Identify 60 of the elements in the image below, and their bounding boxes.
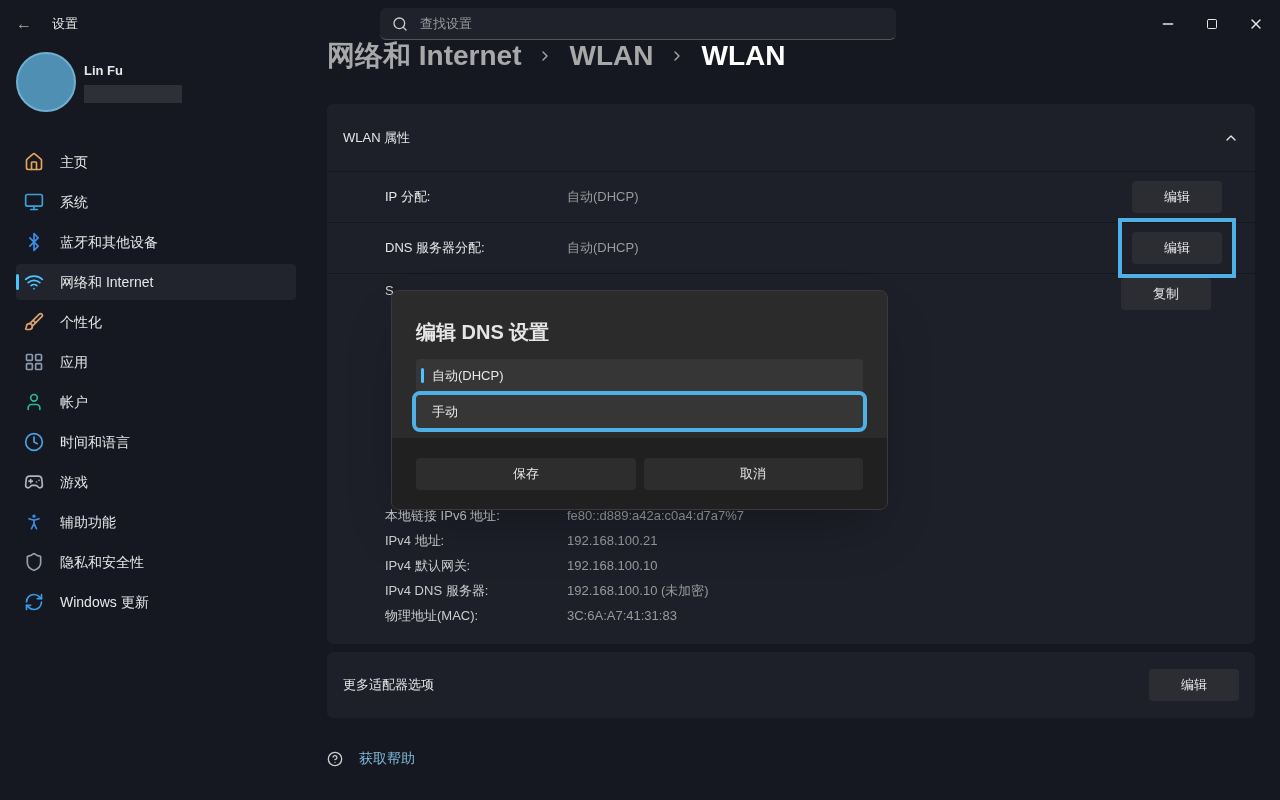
property-label: IP 分配: <box>385 188 432 207</box>
window-title: 设置 <box>52 15 78 34</box>
maximize-icon[interactable] <box>1206 18 1218 30</box>
selection-indicator <box>16 274 19 290</box>
dialog-title: 编辑 DNS 设置 <box>416 321 550 343</box>
section-title: WLAN 属性 <box>343 128 411 147</box>
property-value: 自动(DHCP) <box>567 188 639 207</box>
home-icon <box>24 152 44 172</box>
sidebar-item[interactable]: 主页 <box>16 144 296 180</box>
avatar <box>16 52 76 112</box>
network-icon <box>24 272 44 292</box>
sidebar-item[interactable]: 辅助功能 <box>16 504 296 540</box>
property-value: 3C:6A:A7:41:31:83 <box>567 606 677 625</box>
property-label: 物理地址(MAC): <box>385 606 480 625</box>
property-label: IPv4 地址: <box>385 531 446 550</box>
apps-icon <box>24 352 44 372</box>
search-field[interactable]: 查找设置 <box>380 8 896 40</box>
sidebar-item[interactable]: 隐私和安全性 <box>16 544 296 580</box>
selection-indicator <box>421 368 424 383</box>
more-options-label: 更多适配器选项 <box>343 676 434 695</box>
sidebar-item[interactable]: 应用 <box>16 344 296 380</box>
property-label: IPv4 DNS 服务器: <box>385 581 490 600</box>
system-icon <box>24 192 44 212</box>
shield-icon <box>24 552 44 572</box>
brush-icon <box>24 312 44 332</box>
copy-button[interactable]: 复制 <box>1121 278 1211 310</box>
user-name: Lin Fu <box>84 62 124 81</box>
sidebar-item[interactable]: 时间和语言 <box>16 424 296 460</box>
property-value: 192.168.100.10 (未加密) <box>567 581 709 600</box>
account-icon <box>24 392 44 412</box>
sidebar-item[interactable]: Windows 更新 <box>16 584 296 620</box>
sidebar-item[interactable]: 网络和 Internet <box>16 264 296 300</box>
game-icon <box>24 472 44 492</box>
back-button[interactable]: ← <box>16 16 32 32</box>
search-icon <box>392 15 408 32</box>
edit-button[interactable]: 编辑 <box>1132 232 1222 264</box>
property-label: 本地链接 IPv6 地址: <box>385 506 501 525</box>
cancel-button[interactable]: 取消 <box>643 457 863 490</box>
update-icon <box>24 592 44 612</box>
search-input[interactable]: 查找设置 <box>420 13 884 34</box>
sidebar-item[interactable]: 系统 <box>16 184 296 220</box>
sidebar-item[interactable]: 帐户 <box>16 384 296 420</box>
time-icon <box>24 432 44 452</box>
property-label: DNS 服务器分配: <box>385 239 486 258</box>
edit-button[interactable]: 编辑 <box>1132 181 1222 213</box>
sidebar-item[interactable]: 游戏 <box>16 464 296 500</box>
property-value: 192.168.100.21 <box>567 531 658 550</box>
help-icon <box>327 750 343 767</box>
sidebar-item[interactable]: 蓝牙和其他设备 <box>16 224 296 260</box>
edit-button[interactable]: 编辑 <box>1149 669 1239 701</box>
property-value: 192.168.100.10 <box>567 556 658 575</box>
property-value: 自动(DHCP) <box>567 239 639 258</box>
dns-option[interactable]: 自动(DHCP) <box>416 359 863 392</box>
property-value: fe80::d889:a42a:c0a4:d7a7%7 <box>567 506 745 525</box>
property-label: IPv4 默认网关: <box>385 556 472 575</box>
sidebar-item[interactable]: 个性化 <box>16 304 296 340</box>
help-link[interactable]: 获取帮助 <box>359 748 415 769</box>
breadcrumb-item: WLAN <box>701 39 786 73</box>
property-label: S <box>385 282 394 300</box>
save-button[interactable]: 保存 <box>416 457 636 490</box>
